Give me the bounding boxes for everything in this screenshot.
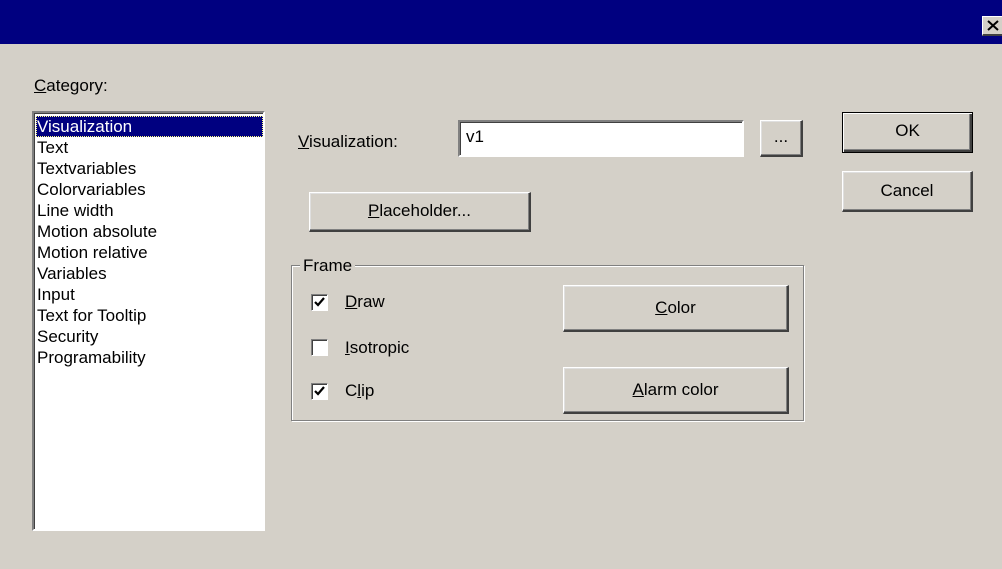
category-list-item[interactable]: Security (36, 326, 98, 347)
category-list-item[interactable]: Textvariables (36, 158, 136, 179)
category-list-item[interactable]: Variables (36, 263, 107, 284)
frame-group-title: Frame (300, 256, 356, 276)
title-bar (0, 0, 1002, 44)
category-list-item[interactable]: Motion relative (36, 242, 148, 263)
category-list-item[interactable]: Programability (36, 347, 146, 368)
category-list-item[interactable]: Text for Tooltip (36, 305, 146, 326)
category-label-rest: ategory: (46, 76, 108, 95)
alarm-color-rest: larm color (643, 380, 719, 399)
category-list-item[interactable]: Colorvariables (36, 179, 146, 200)
draw-rest: raw (357, 292, 385, 311)
clip-rest: ip (361, 381, 375, 400)
draw-label[interactable]: Draw (345, 292, 385, 312)
color-rest: olor (667, 298, 696, 317)
clip-prefix: C (345, 381, 358, 400)
alarm-color-mnemonic: A (632, 380, 644, 399)
visualization-label-rest: isualization: (309, 132, 398, 151)
visualization-label: Visualization: (298, 132, 398, 152)
element-config-dialog: Category: Visualization Text Textvariables… (0, 0, 1002, 569)
color-button[interactable]: Color (563, 285, 789, 332)
category-list-item[interactable]: Input (36, 284, 75, 305)
visualization-label-mnemonic: V (298, 132, 310, 151)
isotropic-checkbox[interactable] (311, 339, 328, 356)
ok-button[interactable]: OK (842, 112, 973, 153)
category-label-mnemonic: C (34, 76, 47, 95)
visualization-input[interactable]: v1 (458, 120, 744, 157)
category-label: Category: (34, 76, 108, 96)
draw-mnemonic: D (345, 292, 358, 311)
color-mnemonic: C (655, 298, 668, 317)
isotropic-label[interactable]: Isotropic (345, 338, 409, 358)
category-list-item[interactable]: Visualization (36, 116, 263, 137)
placeholder-rest: laceholder... (379, 201, 472, 220)
draw-checkbox[interactable] (311, 294, 328, 311)
category-list-item[interactable]: Motion absolute (36, 221, 157, 242)
alarm-color-button[interactable]: Alarm color (563, 367, 789, 414)
category-list[interactable]: Visualization Text Textvariables Colorvaria… (32, 111, 265, 531)
browse-button[interactable]: ... (760, 120, 803, 157)
clip-checkbox[interactable] (311, 383, 328, 400)
category-list-item[interactable]: Line width (36, 200, 114, 221)
placeholder-button[interactable]: Placeholder... (309, 192, 531, 232)
cancel-button[interactable]: Cancel (842, 171, 973, 212)
isotropic-rest: sotropic (349, 338, 410, 357)
clip-label[interactable]: Clip (345, 381, 374, 401)
close-button[interactable] (982, 16, 1002, 36)
category-list-item[interactable]: Text (36, 137, 68, 158)
placeholder-mnemonic: P (367, 201, 380, 220)
